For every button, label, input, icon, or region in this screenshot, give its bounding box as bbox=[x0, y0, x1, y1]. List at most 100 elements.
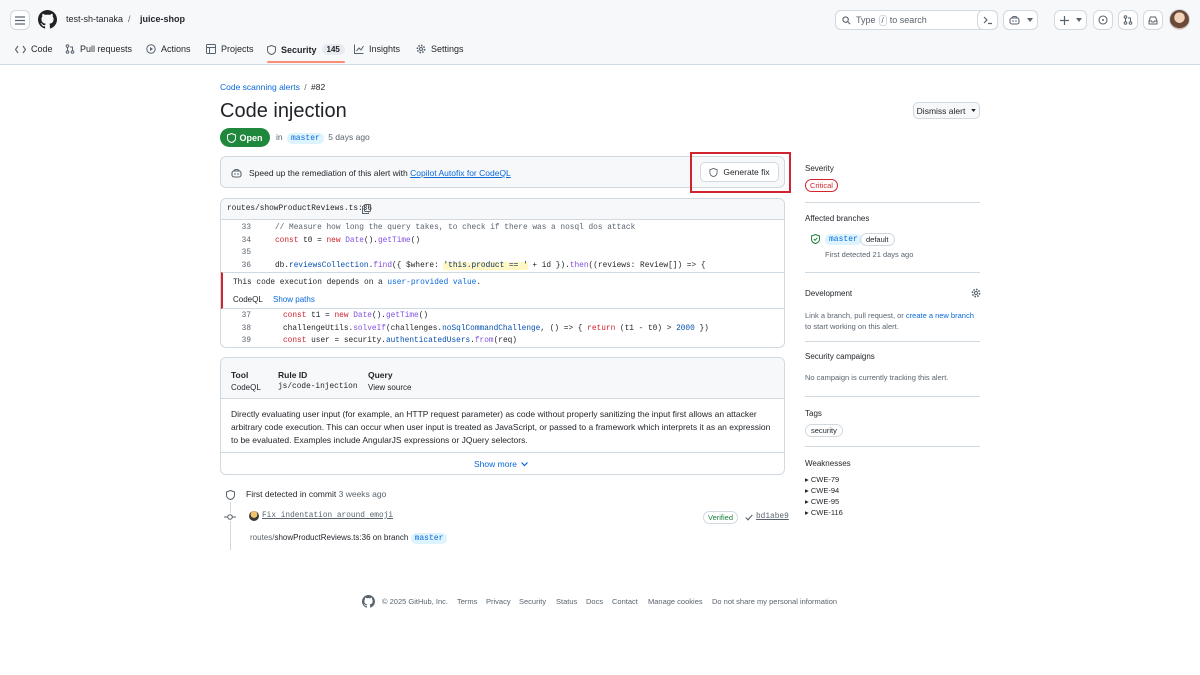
dismiss-alert-label: Dismiss alert bbox=[916, 105, 966, 116]
branch-pill[interactable]: master bbox=[287, 133, 324, 144]
autofix-text: Speed up the remediation of this alert w… bbox=[249, 168, 408, 178]
code-line: 36 db.reviewsCollection.find({ $where: 't… bbox=[241, 262, 706, 270]
tags-heading: Tags bbox=[805, 409, 822, 418]
alert-meta: in master 5 days ago bbox=[276, 132, 370, 144]
breadcrumb: Code scanning alerts / #82 bbox=[220, 82, 325, 92]
sidebar-divider bbox=[805, 341, 980, 342]
code-line: 35 bbox=[241, 249, 251, 257]
footer-link-privacy[interactable]: Privacy bbox=[486, 597, 511, 606]
breadcrumb-current: #82 bbox=[310, 82, 326, 92]
in-label: in bbox=[276, 132, 283, 142]
weakness-item[interactable]: ▸ CWE-116 bbox=[805, 508, 843, 517]
footer-link-terms[interactable]: Terms bbox=[457, 597, 477, 606]
github-footer-logo-icon[interactable] bbox=[362, 595, 375, 608]
timeline-line bbox=[230, 500, 231, 550]
search-prefix: Type bbox=[856, 15, 876, 25]
gear-icon[interactable] bbox=[971, 288, 981, 298]
repo-owner-link[interactable]: test-sh-tanaka bbox=[66, 14, 123, 24]
code-line-text: const user = security.authenticatedUsers… bbox=[283, 337, 517, 345]
shield-icon bbox=[226, 489, 235, 500]
search-input[interactable]: Type / to search bbox=[835, 10, 998, 30]
verified-badge[interactable]: Verified bbox=[703, 511, 739, 524]
severity-heading: Severity bbox=[805, 164, 834, 173]
footer-link-do-not-share[interactable]: Do not share my personal information bbox=[712, 597, 837, 606]
tab-insights[interactable]: Insights bbox=[354, 44, 400, 54]
footer-link-cookies[interactable]: Manage cookies bbox=[648, 597, 703, 606]
tab-projects[interactable]: Projects bbox=[206, 44, 254, 54]
search-suffix: to search bbox=[889, 15, 927, 25]
sidebar-divider bbox=[805, 446, 980, 447]
code-line: 34 const t0 = new Date().getTime() bbox=[241, 237, 421, 245]
tool-value: CodeQL bbox=[231, 383, 261, 392]
on-branch-label: on branch bbox=[372, 533, 409, 542]
code-line: 38 challengeUtils.solveIf(challenges.noSq… bbox=[241, 325, 709, 333]
weakness-item[interactable]: ▸ CWE-95 bbox=[805, 497, 839, 506]
issues-button[interactable] bbox=[1093, 10, 1113, 30]
user-provided-value-link[interactable]: user-provided value bbox=[387, 279, 476, 287]
code-line: 39 const user = security.authenticatedUse… bbox=[241, 337, 517, 345]
timeline-shield-badge bbox=[223, 487, 238, 502]
check-icon bbox=[745, 514, 753, 521]
affected-branch-pill[interactable]: master bbox=[825, 234, 862, 245]
severity-badge: Critical bbox=[805, 179, 838, 192]
rule-details: Tool CodeQL Rule ID js/code-injection Qu… bbox=[220, 357, 785, 475]
branch-pill[interactable]: master bbox=[410, 533, 448, 544]
copilot-button[interactable] bbox=[1003, 10, 1038, 30]
autofix-link[interactable]: Copilot Autofix for CodeQL bbox=[410, 168, 511, 178]
tab-pull-requests[interactable]: Pull requests bbox=[65, 44, 132, 54]
weakness-item[interactable]: ▸ CWE-79 bbox=[805, 475, 839, 484]
shield-icon bbox=[709, 167, 718, 177]
alert-message-panel: This code execution depends on a user-pr… bbox=[221, 272, 784, 309]
footer-link-docs[interactable]: Docs bbox=[586, 597, 603, 606]
avatar[interactable] bbox=[1169, 9, 1190, 30]
chevron-down-icon bbox=[521, 461, 528, 466]
copilot-icon bbox=[1008, 15, 1020, 25]
tab-actions[interactable]: Actions bbox=[146, 44, 191, 54]
footer-link-contact[interactable]: Contact bbox=[612, 597, 638, 606]
tab-security[interactable]: Security 145 bbox=[267, 44, 345, 63]
sidebar-divider bbox=[805, 396, 980, 397]
commit-author-avatar bbox=[249, 511, 259, 521]
github-logo[interactable] bbox=[38, 10, 57, 29]
repo-name-link[interactable]: juice-shop bbox=[140, 14, 185, 24]
tab-label: Pull requests bbox=[80, 44, 133, 54]
tab-settings[interactable]: Settings bbox=[416, 44, 464, 54]
tag-label[interactable]: security bbox=[805, 424, 843, 437]
pull-request-icon bbox=[65, 44, 75, 54]
copy-icon[interactable] bbox=[362, 204, 371, 214]
show-more-button[interactable]: Show more bbox=[474, 459, 528, 469]
generate-fix-button[interactable]: Generate fix bbox=[700, 162, 779, 182]
generate-fix-label: Generate fix bbox=[723, 167, 770, 177]
view-source-link[interactable]: View source bbox=[368, 383, 411, 392]
development-heading: Development bbox=[805, 289, 853, 298]
plus-icon bbox=[1059, 15, 1069, 25]
commit-sha-link[interactable]: bd1abe9 bbox=[756, 513, 789, 521]
create-branch-link[interactable]: create a new branch bbox=[906, 311, 974, 320]
footer-link-security[interactable]: Security bbox=[519, 597, 546, 606]
menu-button[interactable] bbox=[10, 10, 30, 30]
command-palette-button[interactable] bbox=[977, 10, 998, 30]
file-name: showProductReviews.ts bbox=[259, 205, 359, 213]
breadcrumb-alerts-link[interactable]: Code scanning alerts bbox=[220, 82, 300, 92]
commit-message-link[interactable]: Fix indentation around emoji bbox=[262, 512, 393, 520]
inbox-button[interactable] bbox=[1143, 10, 1163, 30]
footer-link-status[interactable]: Status bbox=[556, 597, 577, 606]
rule-id-value: js/code-injection bbox=[278, 383, 358, 391]
chevron-down-icon bbox=[971, 109, 977, 112]
pull-requests-button[interactable] bbox=[1118, 10, 1138, 30]
create-new-button[interactable] bbox=[1054, 10, 1087, 30]
inbox-icon bbox=[1148, 16, 1158, 24]
rule-description: Directly evaluating user input (for exam… bbox=[231, 409, 771, 445]
detected-location: routes/showProductReviews.ts:36 on branc… bbox=[250, 533, 448, 544]
shield-icon bbox=[227, 132, 237, 143]
first-detected-age: 3 weeks ago bbox=[338, 489, 387, 499]
terminal-icon bbox=[983, 16, 992, 24]
breadcrumb-separator: / bbox=[304, 82, 307, 92]
weakness-item[interactable]: ▸ CWE-94 bbox=[805, 486, 839, 495]
tab-code[interactable]: Code bbox=[15, 44, 53, 54]
dismiss-alert-button[interactable]: Dismiss alert bbox=[913, 102, 980, 119]
chevron-down-icon bbox=[1026, 18, 1033, 22]
show-paths-link[interactable]: Show paths bbox=[273, 295, 315, 304]
code-file-path[interactable]: routes/showProductReviews.ts:36 bbox=[227, 205, 372, 213]
sidebar-divider bbox=[805, 202, 980, 203]
